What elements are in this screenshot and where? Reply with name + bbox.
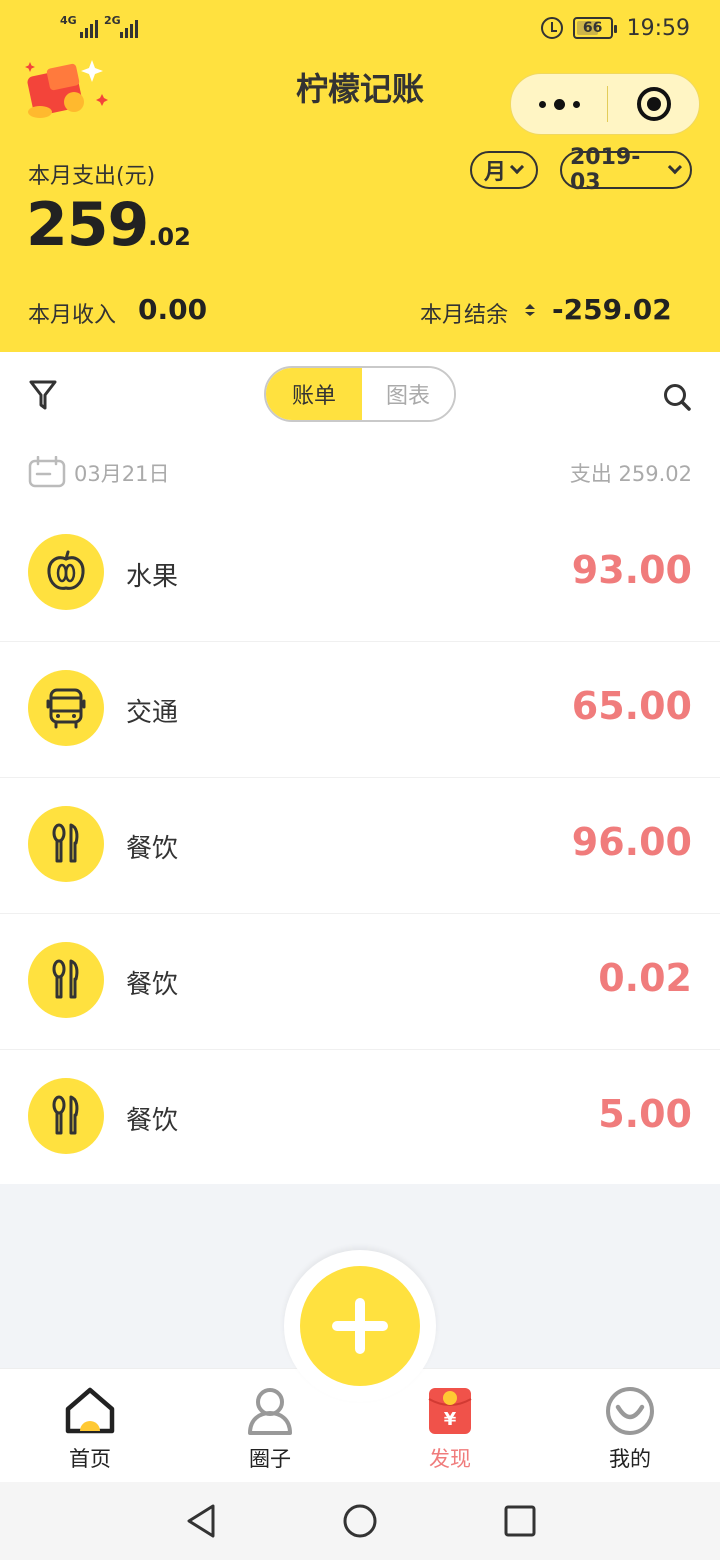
- month-income-value: 0.00: [138, 293, 208, 326]
- transaction-list: 水果 93.00 交通 65.00 餐饮 96.00 餐饮 0.02 餐饮 5.…: [0, 506, 720, 1184]
- transaction-row[interactable]: 餐饮 5.00: [0, 1050, 720, 1184]
- transaction-amount: 5.00: [598, 1092, 692, 1136]
- period-type-dropdown[interactable]: 月: [470, 151, 538, 189]
- transaction-row[interactable]: 餐饮 0.02: [0, 914, 720, 1050]
- fruit-icon: [28, 534, 104, 610]
- dot-icon: [572, 100, 580, 108]
- home-circle-icon[interactable]: [342, 1502, 378, 1540]
- category-name: 餐饮: [126, 834, 179, 864]
- day-total: 支出 259.02: [569, 462, 692, 486]
- tab-home-label: 首页: [69, 1447, 111, 1471]
- list-toolbar: 账单 图表: [0, 352, 720, 440]
- filter-icon[interactable]: [28, 378, 58, 412]
- month-balance-value: -259.02: [552, 293, 672, 326]
- signal-1-label: 4G: [60, 14, 77, 27]
- close-miniprogram-button[interactable]: [608, 87, 699, 121]
- target-icon: [636, 87, 671, 121]
- home-icon: [65, 1387, 115, 1434]
- tab-bill[interactable]: 账单: [266, 368, 362, 420]
- status-bar: 4G 2G 66 19:59: [0, 0, 720, 56]
- tab-circle-label: 圈子: [249, 1447, 291, 1471]
- bus-icon: [28, 670, 104, 746]
- more-menu-button[interactable]: [511, 74, 607, 134]
- person-icon: [248, 1388, 292, 1435]
- view-switch: 账单 图表: [264, 366, 456, 422]
- category-name: 水果: [126, 562, 179, 592]
- day-group-header: 03月21日 支出 259.02: [0, 440, 720, 506]
- signal-1-icon: [80, 16, 98, 38]
- chevron-down-icon: [668, 160, 683, 174]
- recents-icon[interactable]: [502, 1502, 538, 1540]
- miniprogram-capsule: [510, 73, 700, 135]
- signal-2-icon: [120, 16, 138, 38]
- tab-chart[interactable]: 图表: [362, 368, 454, 420]
- search-icon[interactable]: [662, 382, 692, 412]
- utensils-icon: [28, 942, 104, 1018]
- calendar-icon: [28, 456, 66, 488]
- category-name: 交通: [126, 698, 179, 728]
- month-expense-label: 本月支出(元): [28, 164, 156, 189]
- red-envelope-icon: ¥: [428, 1388, 472, 1434]
- tab-discover-label: 发现: [429, 1447, 471, 1471]
- month-income-label: 本月收入: [28, 303, 117, 328]
- month-picker-label: 2019-03: [570, 145, 641, 195]
- day-date: 03月21日: [74, 462, 170, 486]
- period-type-label: 月: [483, 160, 506, 185]
- month-expense-decimal: .02: [148, 223, 191, 251]
- month-expense-integer: 259: [26, 190, 149, 260]
- chevron-down-icon: [509, 159, 525, 175]
- back-icon[interactable]: [184, 1502, 218, 1540]
- month-picker[interactable]: 2019-03: [560, 145, 692, 195]
- clock: 19:59: [626, 15, 690, 41]
- category-name: 餐饮: [126, 1106, 179, 1136]
- month-balance-label: 本月结余: [420, 303, 509, 328]
- battery-icon: 66: [572, 17, 617, 39]
- transaction-amount: 93.00: [571, 548, 692, 592]
- header: 4G 2G 66 19:59 柠檬记账 本月支出(元) 259.02 月 201…: [0, 0, 720, 352]
- signal-2-label: 2G: [104, 14, 121, 27]
- category-name: 餐饮: [126, 970, 179, 1000]
- plus-icon-stem: [355, 1298, 365, 1354]
- month-expense-amount: 259.02: [26, 190, 191, 260]
- transaction-amount: 0.02: [598, 956, 692, 1000]
- transaction-row[interactable]: 餐饮 96.00: [0, 778, 720, 914]
- svg-text:¥: ¥: [444, 1409, 457, 1430]
- transaction-amount: 96.00: [571, 820, 692, 864]
- smile-icon: [606, 1387, 654, 1435]
- dot-icon: [553, 98, 565, 110]
- tab-mine[interactable]: 我的: [540, 1369, 720, 1483]
- utensils-icon: [28, 806, 104, 882]
- add-record-button[interactable]: [300, 1266, 420, 1386]
- transaction-amount: 65.00: [571, 684, 692, 728]
- alarm-icon: [540, 17, 563, 39]
- dot-icon: [538, 100, 546, 108]
- transaction-row[interactable]: 水果 93.00: [0, 506, 720, 642]
- transaction-row[interactable]: 交通 65.00: [0, 642, 720, 778]
- battery-level: 66: [582, 20, 603, 36]
- utensils-icon: [28, 1078, 104, 1154]
- tab-mine-label: 我的: [609, 1447, 651, 1471]
- tab-home[interactable]: 首页: [0, 1369, 180, 1483]
- system-nav-bar: [0, 1482, 720, 1560]
- balance-toggle-icon[interactable]: [523, 303, 537, 317]
